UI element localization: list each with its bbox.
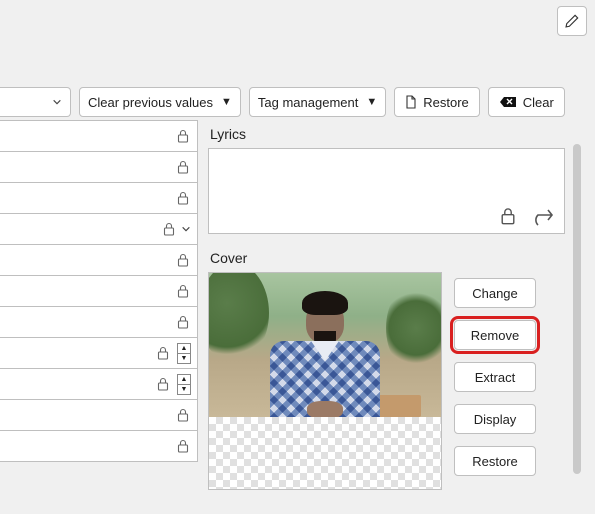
- lock-icon: [175, 407, 191, 423]
- clear-button[interactable]: Clear: [488, 87, 565, 117]
- lock-icon: [161, 221, 177, 237]
- field-row[interactable]: ▲▼: [0, 337, 198, 369]
- backspace-icon: [499, 96, 517, 108]
- lyrics-textarea[interactable]: [208, 148, 565, 234]
- lock-icon: [175, 190, 191, 206]
- lock-icon: [175, 314, 191, 330]
- lock-icon[interactable]: [500, 207, 516, 225]
- lock-icon: [175, 438, 191, 454]
- field-row[interactable]: [0, 430, 198, 462]
- fields-column: ▲▼ ▲▼: [0, 120, 198, 514]
- cover-image[interactable]: [208, 272, 442, 490]
- lock-icon: [155, 345, 171, 361]
- number-stepper[interactable]: ▲▼: [177, 343, 191, 364]
- field-row[interactable]: [0, 120, 198, 152]
- field-row[interactable]: [0, 306, 198, 338]
- chevron-down-icon: [52, 97, 62, 107]
- lyrics-label: Lyrics: [210, 126, 565, 142]
- lock-icon: [155, 376, 171, 392]
- restore-label: Restore: [423, 95, 469, 110]
- field-row[interactable]: ▲▼: [0, 368, 198, 400]
- cover-restore-button[interactable]: Restore: [454, 446, 536, 476]
- number-stepper[interactable]: ▲▼: [177, 374, 191, 395]
- field-row[interactable]: [0, 182, 198, 214]
- chevron-down-icon[interactable]: [181, 224, 191, 234]
- document-icon: [405, 95, 417, 109]
- cover-photo: [209, 273, 441, 417]
- lock-icon: [175, 128, 191, 144]
- field-row[interactable]: [0, 244, 198, 276]
- tag-management-dropdown[interactable]: Tag management ▼: [249, 87, 386, 117]
- cover-remove-button[interactable]: Remove: [454, 320, 536, 350]
- caret-down-icon: ▼: [221, 96, 232, 108]
- toolbar: Clear previous values ▼ Tag management ▼ R…: [0, 84, 595, 120]
- clear-previous-label: Clear previous values: [88, 95, 213, 110]
- pencil-icon: [565, 14, 579, 28]
- cover-extract-button[interactable]: Extract: [454, 362, 536, 392]
- field-row[interactable]: [0, 151, 198, 183]
- edit-button[interactable]: [557, 6, 587, 36]
- field-row[interactable]: [0, 275, 198, 307]
- scrollbar[interactable]: [573, 144, 581, 474]
- caret-down-icon: ▼: [366, 96, 377, 108]
- dropdown-1[interactable]: [0, 87, 71, 117]
- clear-label: Clear: [523, 95, 554, 110]
- lock-icon: [175, 252, 191, 268]
- lock-icon: [175, 159, 191, 175]
- cover-change-button[interactable]: Change: [454, 278, 536, 308]
- cover-display-button[interactable]: Display: [454, 404, 536, 434]
- lock-icon: [175, 283, 191, 299]
- field-row[interactable]: [0, 213, 198, 245]
- restore-button[interactable]: Restore: [394, 87, 480, 117]
- clear-previous-dropdown[interactable]: Clear previous values ▼: [79, 87, 241, 117]
- undo-icon[interactable]: [530, 205, 556, 227]
- cover-label: Cover: [210, 250, 565, 266]
- tag-management-label: Tag management: [258, 95, 358, 110]
- field-row[interactable]: [0, 399, 198, 431]
- transparency-area: [209, 417, 441, 489]
